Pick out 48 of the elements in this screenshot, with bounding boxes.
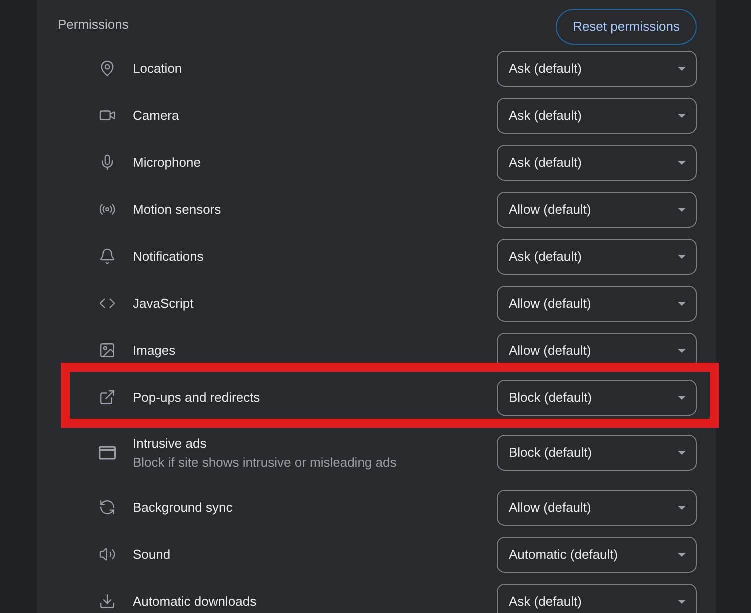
- sync-arrows-icon: [99, 499, 116, 516]
- caret-icon: [678, 348, 686, 352]
- permission-dropdown[interactable]: Automatic (default): [497, 536, 697, 572]
- broadcast-icon: [99, 201, 116, 218]
- caret-icon: [678, 600, 686, 604]
- microphone-icon: [99, 154, 116, 171]
- permission-label: Camera: [133, 107, 180, 125]
- reset-permissions-button[interactable]: Reset permissions: [556, 9, 697, 45]
- caret-icon: [678, 114, 686, 118]
- permission-dropdown[interactable]: Block (default): [497, 434, 697, 470]
- permission-dropdown[interactable]: Allow (default): [497, 192, 697, 228]
- window-icon: [99, 446, 116, 460]
- permission-dropdown[interactable]: Allow (default): [497, 490, 697, 526]
- caret-icon: [678, 552, 686, 556]
- caret-icon: [678, 160, 686, 164]
- permission-dropdown[interactable]: Ask (default): [497, 98, 697, 134]
- permission-label: Sound: [133, 546, 171, 564]
- bell-icon: [99, 248, 116, 265]
- caret-icon: [678, 208, 686, 212]
- permission-label: Microphone: [133, 154, 201, 172]
- permission-label: JavaScript: [133, 295, 194, 313]
- section-title: Permissions: [58, 16, 129, 33]
- caret-icon: [678, 66, 686, 70]
- caret-icon: [678, 302, 686, 306]
- caret-icon: [678, 506, 686, 510]
- location-pin-icon: [99, 60, 116, 77]
- permission-label: Automatic downloads: [133, 593, 257, 611]
- permission-label: Background sync: [133, 499, 233, 517]
- permission-dropdown[interactable]: Ask (default): [497, 584, 697, 613]
- caret-icon: [678, 396, 686, 400]
- permission-label: Intrusive ads: [133, 434, 208, 452]
- permission-dropdown[interactable]: Block (default): [497, 380, 697, 416]
- permission-label: Location: [133, 60, 182, 78]
- caret-icon: [678, 450, 686, 454]
- permission-label: Pop-ups and redirects: [133, 389, 260, 407]
- download-icon: [99, 593, 116, 610]
- external-link-icon: [99, 389, 116, 406]
- image-icon: [99, 342, 116, 359]
- speaker-icon: [99, 546, 116, 563]
- permission-dropdown[interactable]: Ask (default): [497, 144, 697, 180]
- permission-label: Notifications: [133, 248, 204, 266]
- permission-description: Block if site shows intrusive or misleading ads: [133, 454, 397, 472]
- permission-dropdown[interactable]: Ask (default): [497, 238, 697, 274]
- caret-icon: [678, 254, 686, 258]
- permission-label: Motion sensors: [133, 201, 222, 219]
- permission-dropdown[interactable]: Ask (default): [497, 50, 697, 86]
- permission-dropdown[interactable]: Allow (default): [497, 286, 697, 322]
- permission-label: Images: [133, 342, 176, 360]
